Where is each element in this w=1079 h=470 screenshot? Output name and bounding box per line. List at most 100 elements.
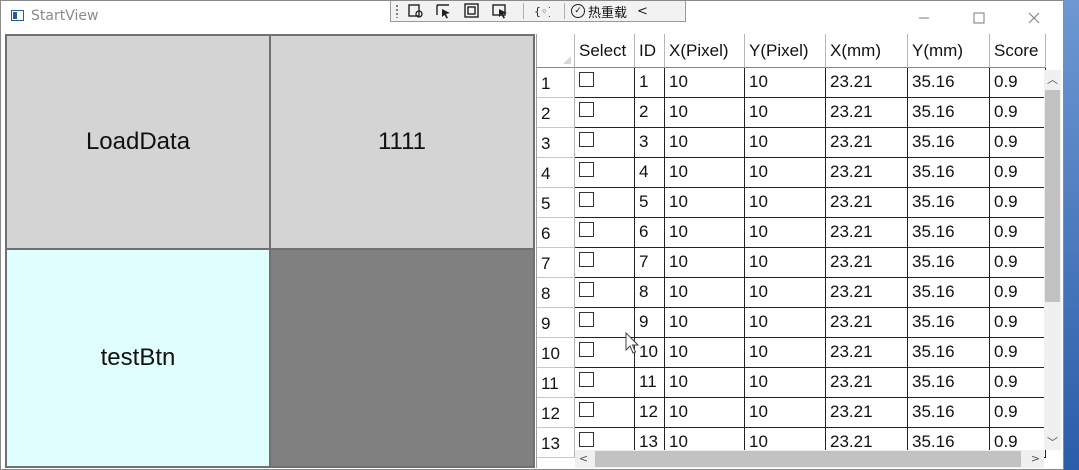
cell-x-mm[interactable]: 23.21 (826, 98, 908, 128)
cell-y-pixel[interactable]: 10 (745, 98, 826, 128)
cell-y-pixel[interactable]: 10 (745, 368, 826, 398)
table-row[interactable]: 5 5 10 10 23.21 35.16 0.9 (537, 188, 1046, 218)
cell-y-mm[interactable]: 35.16 (908, 338, 990, 368)
select-checkbox[interactable] (579, 342, 594, 357)
row-header[interactable]: 10 (537, 338, 575, 368)
data-grid[interactable]: Select ID X(Pixel) Y(Pixel) X(mm) Y(mm) … (536, 34, 1061, 468)
cell-x-mm[interactable]: 23.21 (826, 188, 908, 218)
cell-x-mm[interactable]: 23.21 (826, 128, 908, 158)
vertical-scroll-thumb[interactable] (1045, 90, 1060, 302)
cell-x-mm[interactable]: 23.21 (826, 398, 908, 428)
cell-x-mm[interactable]: 23.21 (826, 338, 908, 368)
display-layout-adorner-icon[interactable] (461, 2, 483, 20)
cell-x-mm[interactable]: 23.21 (826, 248, 908, 278)
scroll-left-icon[interactable]: < (575, 450, 592, 467)
row-header[interactable]: 11 (537, 368, 575, 398)
cell-x-pixel[interactable]: 10 (665, 98, 745, 128)
row-header[interactable]: 3 (537, 128, 575, 158)
horizontal-scrollbar[interactable]: < > (575, 450, 1044, 468)
cell-y-pixel[interactable]: 10 (745, 188, 826, 218)
minimize-button[interactable] (901, 1, 947, 34)
cell-x-pixel[interactable]: 10 (665, 278, 745, 308)
select-checkbox[interactable] (579, 192, 594, 207)
column-header-y-mm[interactable]: Y(mm) (908, 34, 990, 68)
cell-x-mm[interactable]: 23.21 (826, 158, 908, 188)
cell-x-mm[interactable]: 23.21 (826, 68, 908, 98)
table-row[interactable]: 10 10 10 10 23.21 35.16 0.9 (537, 338, 1046, 368)
table-row[interactable]: 1 1 10 10 23.21 35.16 0.9 (537, 68, 1046, 98)
table-row[interactable]: 12 12 10 10 23.21 35.16 0.9 (537, 398, 1046, 428)
cell-y-mm[interactable]: 35.16 (908, 158, 990, 188)
scroll-right-icon[interactable]: > (1027, 450, 1044, 467)
cell-id[interactable]: 5 (635, 188, 665, 218)
row-header[interactable]: 13 (537, 428, 575, 458)
cell-y-mm[interactable]: 35.16 (908, 188, 990, 218)
cell-id[interactable]: 8 (635, 278, 665, 308)
pointer-select-icon[interactable] (433, 2, 455, 20)
cell-score[interactable]: 0.9 (990, 278, 1046, 308)
select-checkbox[interactable] (579, 312, 594, 327)
column-header-select[interactable]: Select (575, 34, 635, 68)
cell-id[interactable]: 4 (635, 158, 665, 188)
maximize-button[interactable] (956, 1, 1002, 34)
row-header[interactable]: 8 (537, 278, 575, 308)
cell-y-pixel[interactable]: 10 (745, 68, 826, 98)
select-checkbox[interactable] (579, 102, 594, 117)
cell-x-pixel[interactable]: 10 (665, 398, 745, 428)
column-header-score[interactable]: Score (990, 34, 1046, 68)
cell-id[interactable]: 2 (635, 98, 665, 128)
cell-y-mm[interactable]: 35.16 (908, 68, 990, 98)
cell-x-pixel[interactable]: 10 (665, 368, 745, 398)
close-button[interactable] (1011, 1, 1057, 34)
cell-y-pixel[interactable]: 10 (745, 248, 826, 278)
cell-x-pixel[interactable]: 10 (665, 338, 745, 368)
cell-x-pixel[interactable]: 10 (665, 128, 745, 158)
cell-score[interactable]: 0.9 (990, 98, 1046, 128)
cell-y-mm[interactable]: 35.16 (908, 98, 990, 128)
select-checkbox[interactable] (579, 132, 594, 147)
cell-id[interactable]: 6 (635, 218, 665, 248)
select-checkbox[interactable] (579, 432, 594, 447)
cell-y-mm[interactable]: 35.16 (908, 368, 990, 398)
row-header[interactable]: 5 (537, 188, 575, 218)
cell-id[interactable]: 12 (635, 398, 665, 428)
cell-x-mm[interactable]: 23.21 (826, 308, 908, 338)
cell-id[interactable]: 7 (635, 248, 665, 278)
button-1111[interactable]: 1111 (269, 34, 535, 250)
table-row[interactable]: 2 2 10 10 23.21 35.16 0.9 (537, 98, 1046, 128)
scroll-up-icon[interactable]: ︿ (1044, 70, 1061, 87)
row-header[interactable]: 4 (537, 158, 575, 188)
cell-y-mm[interactable]: 35.16 (908, 248, 990, 278)
cell-x-pixel[interactable]: 10 (665, 218, 745, 248)
horizontal-scroll-thumb[interactable] (595, 451, 1021, 467)
select-checkbox[interactable] (579, 222, 594, 237)
cell-score[interactable]: 0.9 (990, 248, 1046, 278)
select-checkbox[interactable] (579, 252, 594, 267)
row-header[interactable]: 9 (537, 308, 575, 338)
table-row[interactable]: 6 6 10 10 23.21 35.16 0.9 (537, 218, 1046, 248)
cell-score[interactable]: 0.9 (990, 308, 1046, 338)
cell-y-pixel[interactable]: 10 (745, 278, 826, 308)
cell-y-pixel[interactable]: 10 (745, 338, 826, 368)
vertical-scrollbar[interactable]: ︿ ﹀ (1044, 70, 1061, 450)
cell-score[interactable]: 0.9 (990, 128, 1046, 158)
table-row[interactable]: 11 11 10 10 23.21 35.16 0.9 (537, 368, 1046, 398)
table-row[interactable]: 3 3 10 10 23.21 35.16 0.9 (537, 128, 1046, 158)
cell-y-mm[interactable]: 35.16 (908, 278, 990, 308)
cell-score[interactable]: 0.9 (990, 158, 1046, 188)
row-header[interactable]: 7 (537, 248, 575, 278)
select-checkbox[interactable] (579, 162, 594, 177)
cell-x-pixel[interactable]: 10 (665, 68, 745, 98)
table-row[interactable]: 9 9 10 10 23.21 35.16 0.9 (537, 308, 1046, 338)
cell-x-pixel[interactable]: 10 (665, 158, 745, 188)
cell-y-mm[interactable]: 35.16 (908, 128, 990, 158)
cell-score[interactable]: 0.9 (990, 398, 1046, 428)
column-header-id[interactable]: ID (635, 34, 665, 68)
title-bar[interactable]: StartView {◦} ✓ 热重载 < (1, 1, 1063, 34)
load-data-button[interactable]: LoadData (5, 34, 271, 250)
table-row[interactable]: 8 8 10 10 23.21 35.16 0.9 (537, 278, 1046, 308)
cell-x-mm[interactable]: 23.21 (826, 368, 908, 398)
cell-id[interactable]: 11 (635, 368, 665, 398)
scroll-down-icon[interactable]: ﹀ (1044, 433, 1061, 450)
cell-y-pixel[interactable]: 10 (745, 308, 826, 338)
